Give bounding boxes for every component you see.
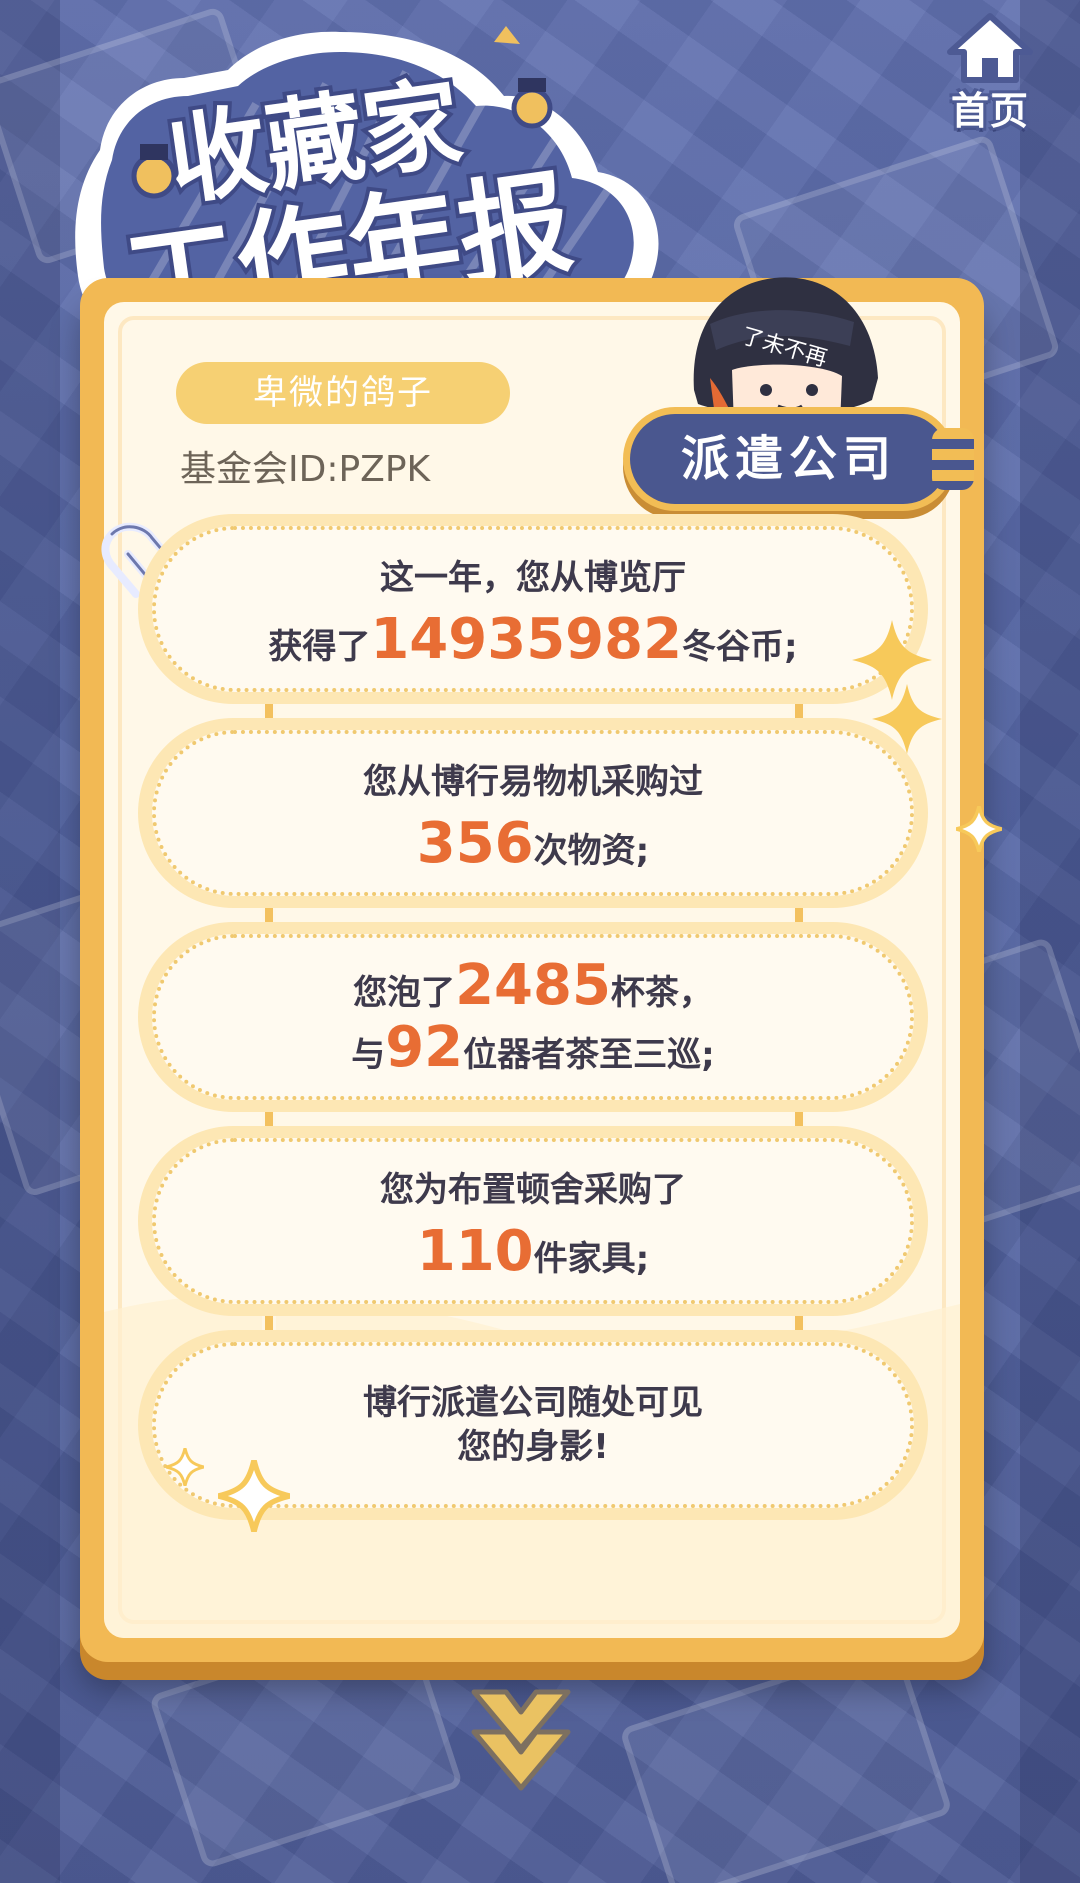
avatar-character: 了未不再 [693,277,878,426]
tea-count: 2485 [455,953,611,1018]
company-badge: 派遣公司 [630,414,974,504]
company-badge-label: 派遣公司 [680,431,897,487]
stat-prefix: 获得了 [268,627,371,667]
stat-line: 356次物资; [417,813,650,875]
stat-line: 您的身影! [457,1425,609,1469]
sparkle-icon [218,1460,290,1532]
stat-prefix: 与 [351,1035,386,1075]
stat-prefix: 您的身影! [457,1427,609,1467]
stat-prefix: 博行派遣公司随处可见 [363,1383,703,1423]
home-label: 首页 [950,89,1029,133]
stat-card-tea: 您泡了2485杯茶， 与92位器者茶至三巡; [138,922,928,1112]
stat-suffix: 件家具; [533,1239,650,1279]
foundation-id: 基金会ID:PZPK [180,449,431,490]
coin-count: 14935982 [370,607,683,672]
double-chevron-down-icon[interactable] [466,1684,576,1796]
stat-prefix: 您从博行易物机采购过 [363,762,703,802]
stat-text: 您从博行易物机采购过 356次物资; [138,718,928,908]
stat-card-coins: 这一年，您从博览厅 获得了14935982冬谷币; [138,514,928,704]
stat-line: 您为布置顿舍采购了 [380,1159,686,1221]
stat-text: 您为布置顿舍采购了 110件家具; [138,1126,928,1316]
stat-text: 您泡了2485杯茶， 与92位器者茶至三巡; [138,922,928,1112]
stat-suffix: 次物资; [533,831,650,871]
nickname-pill: 卑微的鸽子 [176,362,510,424]
stat-card-purchases: 您从博行易物机采购过 356次物资; [138,718,928,908]
background-comic-panel [619,1639,953,1883]
stat-card-furniture: 您为布置顿舍采购了 110件家具; [138,1126,928,1316]
home-icon [947,13,1033,83]
stat-suffix: 位器者茶至三巡; [463,1035,715,1075]
furniture-count: 110 [416,1219,534,1284]
stat-prefix: 您为布置顿舍采购了 [380,1170,686,1210]
stat-prefix: 您泡了 [353,973,456,1013]
sparkle-icon [166,1448,204,1486]
sparkle-icon [872,684,942,754]
stat-line: 110件家具; [417,1221,650,1283]
stat-suffix: 冬谷币; [682,627,798,667]
purchase-count: 356 [416,811,534,876]
home-button[interactable]: 首页 [940,10,1040,133]
guest-count: 92 [385,1015,464,1080]
badge-stripes [932,428,974,490]
stat-suffix: 杯茶， [610,973,713,1013]
stat-text: 这一年，您从博览厅 获得了14935982冬谷币; [138,514,928,704]
annual-report-screen: 首页 收藏家 工作年报 了未不再 卑微的鸽子 基金会ID:PZPK 派遣公司 这… [0,0,1080,1883]
stat-line: 与92位器者茶至三巡; [351,1017,715,1079]
stat-line: 您从博行易物机采购过 [363,751,703,813]
stat-prefix: 这一年，您从博览厅 [380,558,686,598]
stat-line: 获得了14935982冬谷币; [268,609,797,671]
stat-line: 博行派遣公司随处可见 [363,1381,703,1425]
sparkle-icon [956,806,1002,852]
stat-line: 您泡了2485杯茶， [353,955,713,1017]
stat-line: 这一年，您从博览厅 [380,547,686,609]
